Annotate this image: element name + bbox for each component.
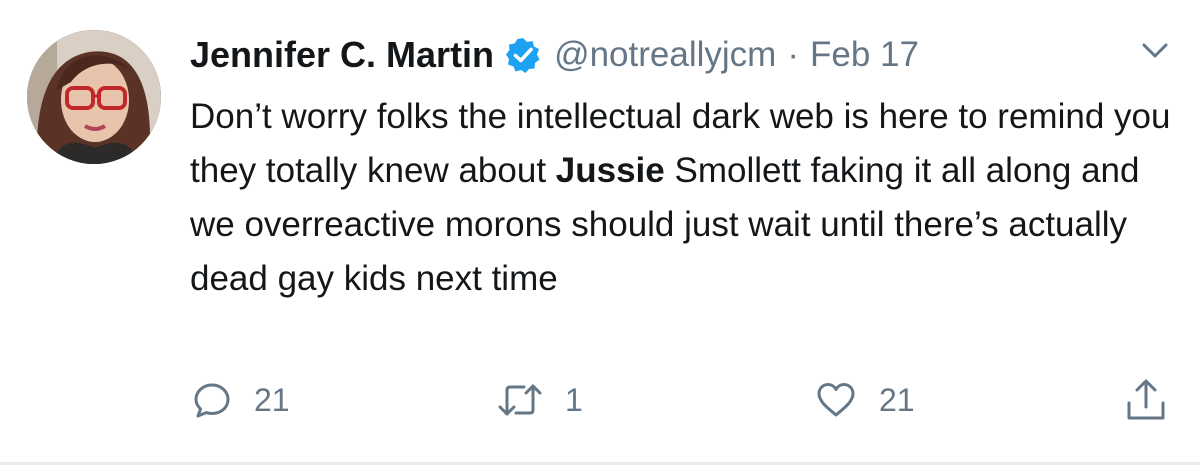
chevron-down-icon[interactable] [1140, 40, 1170, 62]
reply-count: 21 [254, 381, 290, 418]
tweet-header: Jennifer C. Martin @notreallyjcm · Feb 1… [190, 30, 919, 80]
share-button[interactable] [1124, 372, 1168, 428]
retweet-icon [497, 380, 543, 420]
avatar-image [27, 30, 161, 164]
tweet-card[interactable]: Jennifer C. Martin @notreallyjcm · Feb 1… [0, 0, 1200, 462]
like-button[interactable]: 21 [815, 372, 915, 428]
header-separator: · [787, 35, 799, 74]
heart-icon [815, 380, 857, 420]
user-handle[interactable]: @notreallyjcm [554, 35, 776, 75]
like-count: 21 [879, 381, 915, 418]
tweet-actions: 21 1 21 [0, 372, 1200, 428]
reply-button[interactable]: 21 [192, 372, 290, 428]
share-icon [1124, 377, 1168, 423]
retweet-count: 1 [565, 381, 583, 418]
tweet-text-bold-name[interactable]: Jussie [556, 151, 665, 190]
display-name[interactable]: Jennifer C. Martin [190, 34, 494, 76]
avatar[interactable] [27, 30, 161, 164]
reply-bubble-icon [192, 380, 232, 420]
tweet-text: Don’t worry folks the intellectual dark … [190, 90, 1180, 306]
retweet-button[interactable]: 1 [497, 372, 583, 428]
verified-badge-icon [504, 36, 542, 74]
tweet-date[interactable]: Feb 17 [810, 35, 919, 75]
